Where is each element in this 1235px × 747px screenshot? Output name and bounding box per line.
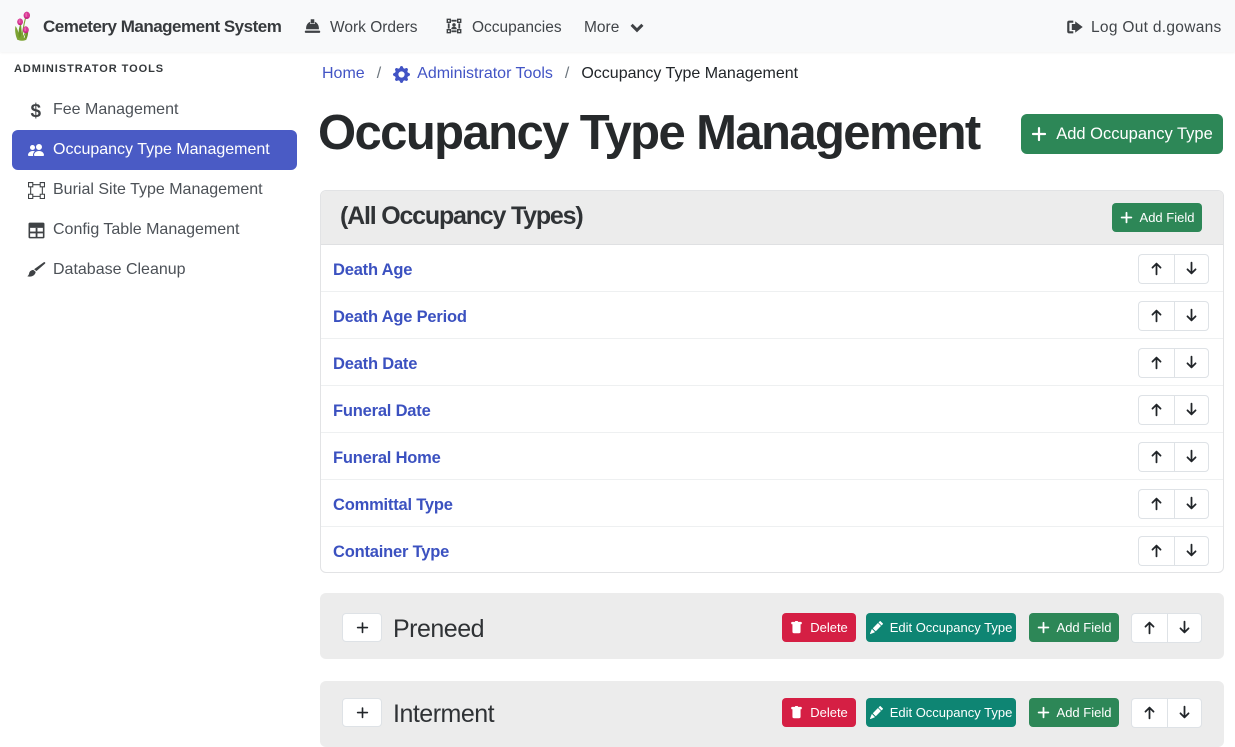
svg-text:$: $ <box>30 101 41 120</box>
